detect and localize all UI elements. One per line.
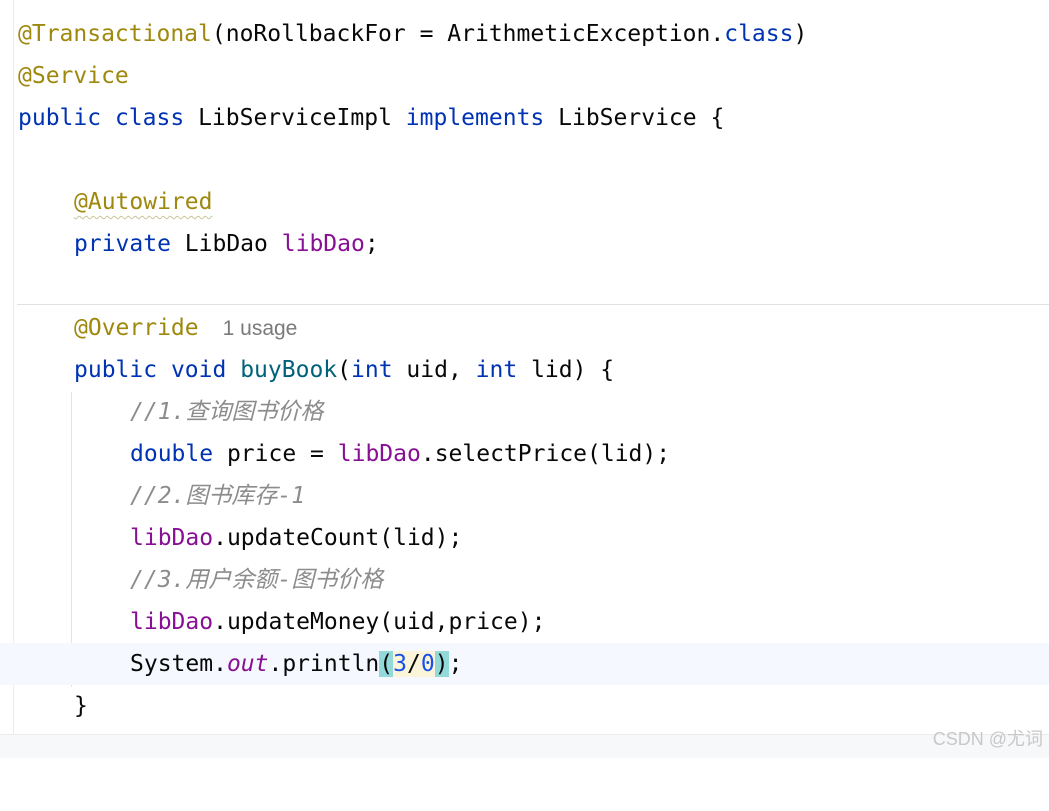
division-operator: / [406,651,421,677]
field-type: LibDao [184,231,268,257]
usage-inlay-hint[interactable]: 1 usage [223,317,298,340]
statement-1: double price = libDao.selectPrice(lid); [130,433,670,475]
method-call: .updateCount(lid); [213,525,463,551]
implements-keyword: implements [405,105,545,131]
void-keyword: void [170,357,227,383]
out-field: out [226,651,269,677]
code-line-2[interactable]: @Service [0,55,1049,97]
double-keyword: double [130,441,214,467]
code-line-14[interactable]: //3.用户余额-图书价格 [0,559,1049,601]
transactional-close: ) [793,21,808,47]
comment-3: //3.用户余额-图书价格 [130,559,383,601]
division-expr: 3/0 [393,651,435,677]
param-lid: lid) { [531,357,615,383]
transactional-args: (noRollbackFor = ArithmeticException. [211,21,725,47]
override-line: @Override 1 usage [74,307,297,350]
code-line-17[interactable]: } [0,685,1049,727]
code-line-5[interactable]: @Autowired [0,181,1049,223]
transactional-annotation: @Transactional [18,21,212,47]
public-keyword: public [74,357,158,383]
autowired-annotation: @Autowired [74,189,213,215]
comment-text: 查询图书价格 [185,399,324,425]
system-ref: System. [130,651,227,677]
comment-1: //1.查询图书价格 [130,391,323,433]
field-ref: libDao [130,609,214,635]
code-line-6[interactable]: private LibDao libDao; [0,223,1049,265]
open-brace: { [710,105,725,131]
statement-4: System.out.println(3/0); [130,643,462,685]
code-line-3[interactable]: public class LibServiceImpl implements L… [0,97,1049,139]
statement-2: libDao.updateCount(lid); [130,517,462,559]
private-keyword: private [74,231,171,257]
code-line-12[interactable]: //2.图书库存-1 [0,475,1049,517]
int-keyword: int [475,357,518,383]
comment-prefix: //2. [130,483,186,509]
comment-dash: - [277,567,292,593]
comment-prefix: //1. [130,399,186,425]
method-name: buyBook [240,357,338,383]
field-name: libDao [281,231,365,257]
service-annotation: @Service [18,63,129,89]
class-name: LibServiceImpl [198,105,392,131]
method-call: .selectPrice(lid); [420,441,671,467]
method-separator [17,304,1049,305]
open-paren: ( [337,357,351,383]
code-line-8[interactable]: @Override 1 usage [0,307,1049,349]
comment-text: 用户余额 [185,567,278,593]
method-call: .updateMoney(uid,price); [213,609,546,635]
method-close-brace: } [74,693,88,719]
close-paren-match: ) [434,651,449,677]
public-keyword: public [18,105,102,131]
open-paren-match: ( [379,651,394,677]
override-annotation: @Override [74,315,199,341]
int-keyword: int [351,357,393,383]
comment-prefix: //3. [130,567,186,593]
statement-3: libDao.updateMoney(uid,price); [130,601,545,643]
code-line-11[interactable]: double price = libDao.selectPrice(lid); [0,433,1049,475]
code-line-1[interactable]: @Transactional(noRollbackFor = Arithmeti… [0,13,1049,55]
class-keyword: class [724,21,794,47]
class-declaration: public class LibServiceImpl implements L… [18,97,724,139]
field-declaration: private LibDao libDao; [74,223,379,265]
number-literal: 0 [420,651,435,677]
comment-2: //2.图书库存-1 [130,475,305,517]
class-keyword: class [114,105,185,131]
semicolon: ; [364,231,379,257]
watermark: CSDN @尤词 [932,729,1043,749]
code-line-16-current[interactable]: System.out.println(3/0); [0,643,1049,685]
println-call: .println [268,651,380,677]
comment-suffix: -1 [277,483,306,509]
number-literal: 3 [393,651,407,677]
code-line-15[interactable]: libDao.updateMoney(uid,price); [0,601,1049,643]
comment-text-2: 图书价格 [291,567,384,593]
method-signature: public void buyBook(int uid, int lid) { [74,349,614,391]
field-ref: libDao [337,441,421,467]
bottom-strip [0,734,1049,758]
comment-text: 图书库存 [185,483,278,509]
code-line-13[interactable]: libDao.updateCount(lid); [0,517,1049,559]
param-uid: uid, [406,357,462,383]
code-line-9[interactable]: public void buyBook(int uid, int lid) { [0,349,1049,391]
line-content: @Transactional(noRollbackFor = Arithmeti… [18,13,807,55]
code-line-10[interactable]: //1.查询图书价格 [0,391,1049,433]
variable-assign: price = [226,441,324,467]
code-editor[interactable]: @Transactional(noRollbackFor = Arithmeti… [0,0,1049,758]
interface-name: LibService [558,105,697,131]
semicolon: ; [448,651,463,677]
field-ref: libDao [130,525,214,551]
